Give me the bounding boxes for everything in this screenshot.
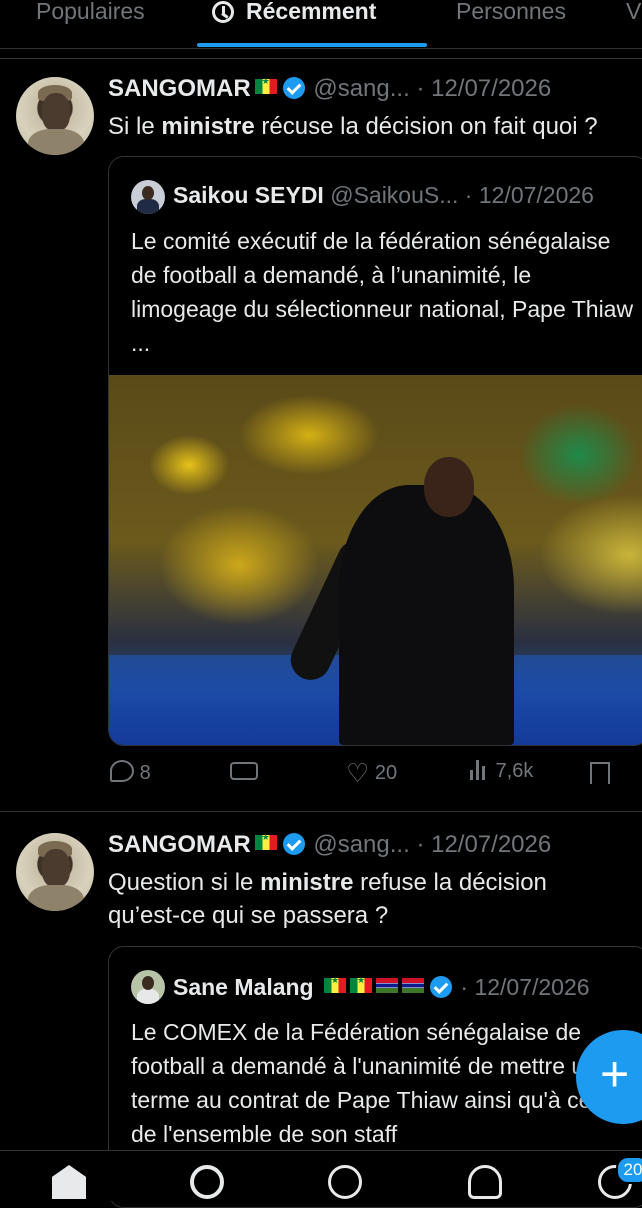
notification-badge: 20 [616, 1156, 642, 1184]
quote-photo[interactable] [109, 375, 642, 745]
photo-person-head [424, 457, 474, 517]
tweet-date[interactable]: · 12/07/2026 [416, 75, 551, 102]
tab-populaires[interactable]: Populaires [36, 0, 145, 25]
views-icon [468, 760, 490, 780]
senegal-flag-icon [254, 832, 277, 850]
avatar[interactable] [16, 833, 94, 911]
verified-badge-icon [430, 976, 452, 998]
divider [0, 811, 642, 812]
quote-avatar [131, 970, 165, 1004]
heart-icon: ♡ [346, 758, 370, 788]
gambia-flag-icon [376, 978, 398, 993]
reply-icon [110, 760, 134, 782]
quote-user-handle: @SaikouS... [330, 182, 459, 208]
tweet-text: Question si le ministre refuse la décisi… [108, 866, 608, 932]
like-button[interactable]: ♡ 20 [346, 760, 397, 786]
quote-avatar [131, 180, 165, 214]
quote-header: Sane Malang · 12/07/2026 [173, 974, 590, 1001]
quote-text: Le comité exécutif de la fédération séné… [131, 228, 634, 356]
tweet-text-pre: Question si le [108, 869, 261, 896]
clock-icon [212, 1, 234, 23]
gambia-flag-icon [402, 978, 424, 993]
tweet-text-pre: Si le [108, 113, 162, 140]
tab-recemment-label: Récemment [246, 0, 377, 24]
quote-header: Saikou SEYDI @SaikouS... · 12/07/2026 [173, 182, 594, 209]
photo-person [339, 485, 514, 745]
like-count: 20 [374, 762, 398, 784]
bookmark-icon [590, 762, 610, 784]
user-handle[interactable]: @sang... [313, 75, 409, 102]
avatar-face [42, 93, 70, 131]
verified-badge-icon [282, 77, 305, 99]
quote-user-name: Saikou SEYDI [173, 182, 324, 208]
retweet-icon [230, 762, 258, 780]
quote-date: · 12/07/2026 [464, 182, 594, 208]
tweet-header: SANGOMAR @sang... · 12/07/2026 [108, 831, 551, 859]
views-count: 7,6k [495, 760, 534, 782]
reply-button[interactable]: 8 [110, 760, 151, 785]
views-button[interactable]: 7,6k [468, 760, 533, 783]
tweet-text-highlight: ministre [161, 113, 255, 140]
tweet-text: Si le ministre récuse la décision on fai… [108, 110, 638, 143]
tab-recemment[interactable]: Récemment [212, 0, 376, 25]
quote-date: · 12/07/2026 [460, 974, 590, 1000]
tweet-actions: 8 ♡ 20 7,6k [108, 760, 642, 790]
reply-count: 8 [139, 762, 151, 784]
avatar-face [42, 849, 70, 887]
senegal-flag-icon [254, 76, 277, 94]
senegal-flag-icon [350, 975, 372, 993]
user-name[interactable]: SANGOMAR [108, 831, 251, 858]
tweet-date[interactable]: · 12/07/2026 [416, 831, 551, 858]
quote-text: Le COMEX de la Fédération sénégalaise de… [131, 1019, 615, 1147]
user-name[interactable]: SANGOMAR [108, 75, 251, 102]
avatar-body [28, 129, 84, 155]
user-handle[interactable]: @sang... [313, 831, 409, 858]
quoted-tweet[interactable]: Saikou SEYDI @SaikouS... · 12/07/2026 Le… [108, 156, 642, 746]
quote-user-name: Sane Malang [173, 974, 314, 1000]
grok-icon[interactable] [328, 1165, 362, 1199]
search-tabs: Populaires Récemment Personnes V [0, 0, 642, 49]
notifications-icon[interactable] [468, 1165, 502, 1199]
tweet-text-highlight: ministre [260, 869, 354, 896]
bottom-nav [0, 1150, 642, 1201]
avatar[interactable] [16, 77, 94, 155]
verified-badge-icon [282, 833, 305, 855]
senegal-flag-icon [324, 975, 346, 993]
active-tab-indicator [197, 43, 427, 47]
tab-personnes[interactable]: Personnes [456, 0, 566, 25]
home-icon[interactable] [52, 1165, 86, 1199]
tab-more[interactable]: V [626, 0, 641, 25]
divider [0, 58, 642, 59]
tweet-header: SANGOMAR @sang... · 12/07/2026 [108, 75, 551, 103]
avatar-body [28, 885, 84, 911]
tweet-text-post: récuse la décision on fait quoi ? [254, 113, 598, 140]
retweet-button[interactable] [230, 762, 258, 785]
search-icon[interactable] [190, 1165, 224, 1199]
bookmark-button[interactable] [590, 762, 610, 790]
